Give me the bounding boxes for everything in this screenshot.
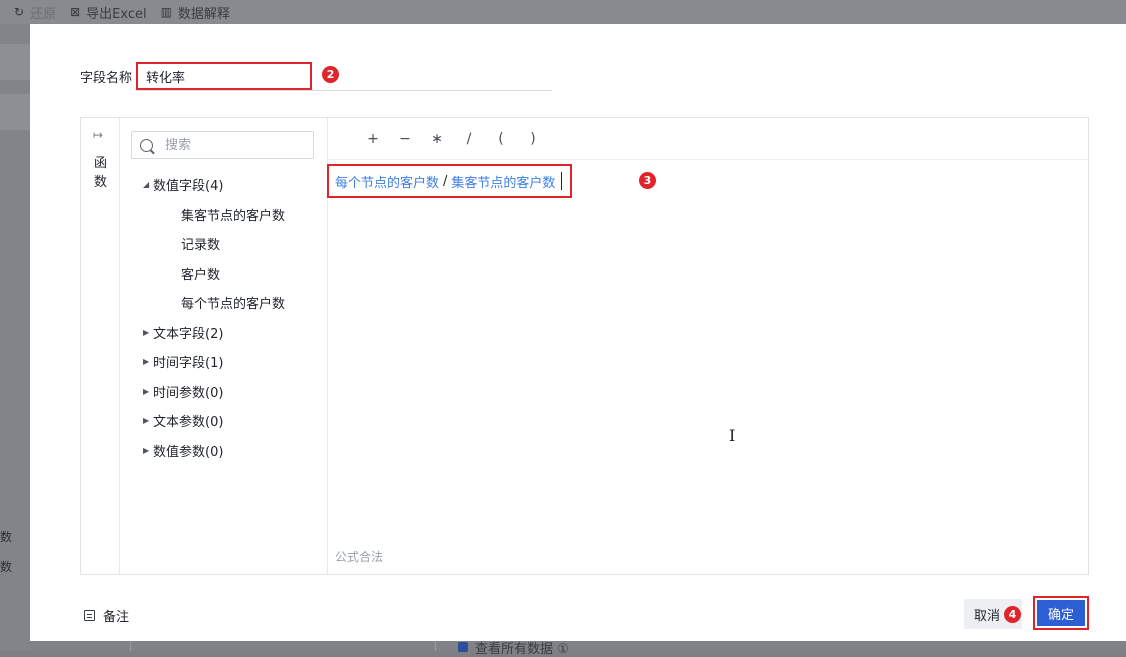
open-paren-operator[interactable]: ( [485, 131, 517, 147]
multiply-operator[interactable]: ∗ [421, 131, 453, 147]
operator-bar: + − ∗ / ( ) [327, 118, 1088, 160]
tree-group[interactable]: ▶ 时间参数(0) [143, 377, 285, 407]
caret-right-icon: ▶ [143, 357, 150, 367]
background-band [0, 94, 30, 130]
field-list-panel: ◢数值字段(4) 集客节点的客户数 记录数 客户数 每个节点的客户数 ▶文本字段… [119, 118, 328, 574]
step-badge-3: 3 [639, 172, 656, 189]
export-excel-button[interactable]: ⊠ 导出Excel [70, 3, 147, 22]
text-cursor-icon: I [729, 426, 736, 445]
function-tab-label: 函数 [94, 156, 108, 190]
function-tab[interactable]: ↦ 函数 [81, 118, 120, 574]
background-label: 数 [0, 530, 13, 544]
note-button[interactable]: 备注 [84, 606, 129, 625]
formula-area[interactable]: + − ∗ / ( ) 每个节点的客户数 / 集客节点的客户数 3 I 公式合法 [327, 118, 1088, 574]
field-name-wrapper: 2 [136, 62, 553, 91]
field-search[interactable] [131, 131, 314, 159]
data-explain-button[interactable]: ▥ 数据解释 [161, 3, 230, 22]
tree-field-item[interactable]: 客户数 [143, 259, 285, 289]
note-icon [84, 610, 95, 621]
undo-button[interactable]: ↻ 还原 [14, 3, 56, 22]
formula-editor: ↦ 函数 ◢数值字段(4) 集客节点的客户数 记录数 客户数 每个节点的客户数 … [80, 117, 1089, 575]
tree-field-item[interactable]: 记录数 [143, 229, 285, 259]
divider [435, 641, 436, 651]
formula-expression[interactable]: 每个节点的客户数 / 集客节点的客户数 [327, 164, 573, 198]
confirm-highlight: 确定 [1033, 596, 1089, 630]
step-badge-4: 4 [1004, 606, 1021, 623]
caret-right-icon: ▶ [143, 327, 150, 337]
calculated-field-dialog: 字段名称 2 ↦ 函数 ◢数值字段(4) 集客节点的客户数 记录数 客户数 每个… [30, 24, 1126, 641]
formula-token[interactable]: 每个节点的客户数 [335, 172, 439, 191]
background-left-panel: 数 数 [0, 24, 30, 651]
background-label: 数 [0, 560, 13, 574]
field-name-label: 字段名称 [80, 71, 133, 86]
undo-icon: ↻ [14, 5, 25, 19]
field-name-input[interactable] [136, 62, 313, 90]
confirm-button[interactable]: 确定 [1037, 600, 1085, 626]
tree-field-item[interactable]: 集客节点的客户数 [143, 200, 285, 230]
divide-operator[interactable]: / [453, 131, 485, 147]
caret-right-icon: ▶ [143, 386, 150, 396]
caret-down-icon: ◢ [143, 180, 150, 190]
tree-field-item[interactable]: 每个节点的客户数 [143, 288, 285, 318]
tree-group[interactable]: ▶ 数值参数(0) [143, 436, 285, 466]
tree-group[interactable]: ◢ 数值字段(4) [143, 170, 285, 200]
close-paren-operator[interactable]: ) [517, 131, 549, 147]
caret-right-icon: ▶ [143, 416, 150, 426]
tree-group[interactable]: ▶ 文本字段(2) [143, 318, 285, 348]
bar-chart-icon: ▥ [160, 5, 172, 19]
expand-arrow-icon[interactable]: ↦ [93, 128, 103, 142]
minus-operator[interactable]: − [389, 131, 421, 147]
tree-group[interactable]: ▶ 时间字段(1) [143, 347, 285, 377]
validation-status: 公式合法 [335, 550, 384, 564]
formula-operator: / [443, 173, 448, 189]
search-input[interactable] [163, 136, 297, 154]
field-tree: ◢ 数值字段(4) 集客节点的客户数 记录数 客户数 每个节点的客户数 ▶ 文本字段… [143, 170, 285, 465]
text-caret [561, 172, 563, 190]
formula-token[interactable]: 集客节点的客户数 [451, 172, 555, 191]
excel-icon: ⊠ [70, 5, 81, 19]
step-badge-2: 2 [322, 66, 340, 83]
divider [130, 641, 131, 651]
background-band [0, 44, 30, 80]
field-name-row: 字段名称 2 [80, 62, 553, 91]
dialog-footer: 备注 取消 4 确定 [30, 584, 1126, 641]
background-toolbar: ↻ 还原 ⊠ 导出Excel ▥ 数据解释 [0, 0, 1126, 24]
caret-right-icon: ▶ [143, 445, 150, 455]
search-icon [140, 138, 153, 152]
plus-operator[interactable]: + [357, 131, 389, 147]
tree-group[interactable]: ▶ 文本参数(0) [143, 406, 285, 436]
background-bottom: 查看所有数据 ① [30, 641, 1126, 657]
